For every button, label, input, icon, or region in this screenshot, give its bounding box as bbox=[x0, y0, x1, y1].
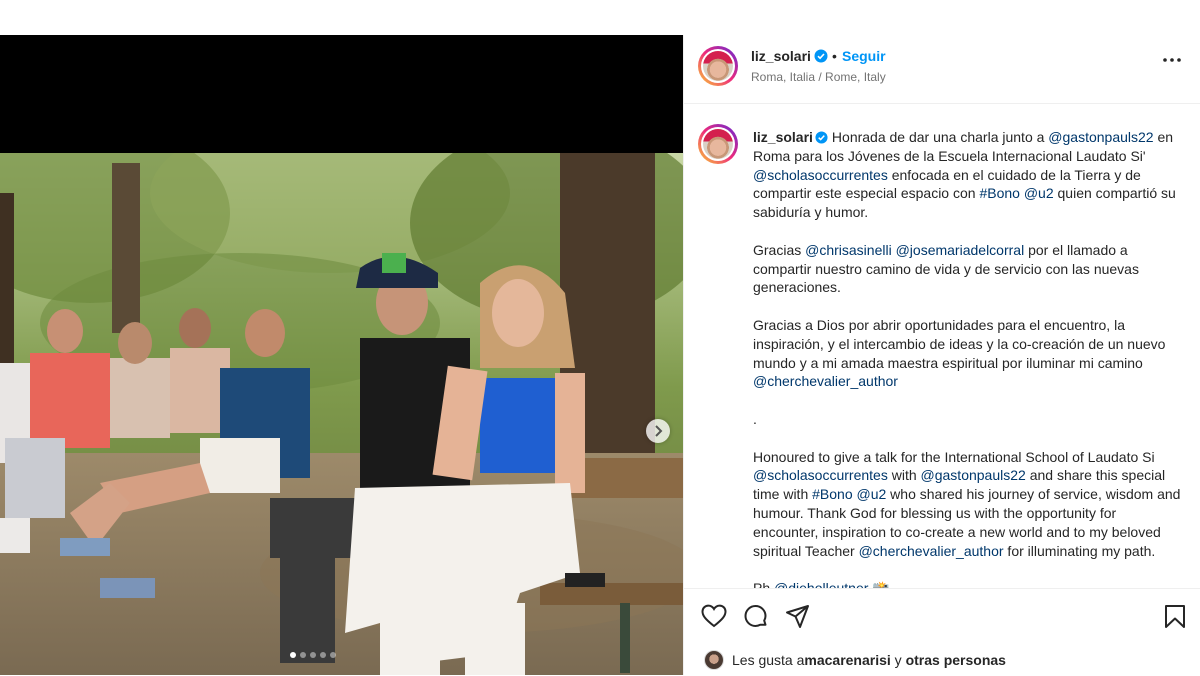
caption-text: . bbox=[753, 410, 757, 427]
carousel-indicator bbox=[290, 652, 336, 658]
comments-scroll-area[interactable]: liz_solari Honrada de dar una charla jun… bbox=[684, 104, 1200, 588]
verified-badge-icon bbox=[815, 131, 828, 144]
likes-middle: y bbox=[890, 652, 906, 668]
caption-paragraph-6: Ph @dieholleutner 📸 bbox=[753, 579, 1185, 588]
comment-icon[interactable] bbox=[743, 604, 768, 629]
caption-text: with bbox=[887, 467, 921, 484]
author-username[interactable]: liz_solari bbox=[751, 48, 811, 64]
caption-paragraph-3: Gracias a Dios por abrir oportunidades p… bbox=[753, 316, 1185, 391]
carousel-dot bbox=[330, 652, 336, 658]
mention-link[interactable]: @scholasoccurrentes bbox=[753, 467, 888, 483]
mention-link[interactable]: @cherchevalier_author bbox=[859, 543, 1004, 559]
mention-link[interactable]: @chrisasinelli bbox=[805, 242, 892, 258]
mention-link[interactable]: @gastonpauls22 bbox=[1048, 129, 1153, 145]
liker-avatar[interactable] bbox=[704, 650, 724, 670]
caption-text: Honrada de dar una charla junto a bbox=[831, 129, 1049, 145]
avatar-image bbox=[703, 129, 733, 159]
caption-text: Ph bbox=[753, 580, 774, 588]
caption-author-username[interactable]: liz_solari bbox=[753, 129, 813, 145]
liker-username[interactable]: macarenarisi bbox=[804, 652, 890, 668]
post-caption: liz_solari Honrada de dar una charla jun… bbox=[753, 128, 1185, 588]
post-side-panel: liz_solari • Seguir Roma, Italia / Rome,… bbox=[683, 35, 1200, 675]
caption-paragraph-1: liz_solari Honrada de dar una charla jun… bbox=[753, 128, 1185, 222]
post-header: liz_solari • Seguir Roma, Italia / Rome,… bbox=[684, 35, 1200, 104]
likes-summary: Les gusta a macarenarisi y otras persona… bbox=[704, 650, 1006, 670]
carousel-dot bbox=[310, 652, 316, 658]
author-avatar[interactable] bbox=[698, 46, 738, 86]
avatar-image bbox=[703, 51, 733, 81]
mention-link[interactable]: @u2 bbox=[1024, 185, 1054, 201]
carousel-next-button[interactable] bbox=[646, 419, 670, 443]
carousel-dot bbox=[290, 652, 296, 658]
author-name-row: liz_solari bbox=[751, 48, 828, 66]
verified-badge-icon bbox=[814, 49, 828, 63]
chevron-right-icon bbox=[655, 425, 663, 437]
hashtag-link[interactable]: #Bono bbox=[979, 185, 1019, 201]
mention-link[interactable]: @josemariadelcorral bbox=[896, 242, 1025, 258]
caption-text: for illuminating my path. bbox=[1003, 542, 1156, 559]
caption-text: Gracias a Dios por abrir oportunidades p… bbox=[753, 316, 1166, 371]
caption-author-avatar[interactable] bbox=[698, 124, 738, 164]
mention-link[interactable]: @scholasoccurrentes bbox=[753, 167, 888, 183]
more-options-icon[interactable] bbox=[1162, 57, 1182, 63]
caption-text: Honoured to give a talk for the Internat… bbox=[753, 448, 1155, 465]
bookmark-icon[interactable] bbox=[1164, 604, 1186, 629]
post-location[interactable]: Roma, Italia / Rome, Italy bbox=[751, 70, 886, 84]
mention-link[interactable]: @dieholleutner bbox=[774, 580, 868, 588]
follow-button[interactable]: Seguir bbox=[842, 48, 886, 64]
heart-icon[interactable] bbox=[701, 604, 727, 628]
carousel-dot bbox=[320, 652, 326, 658]
mention-link[interactable]: @cherchevalier_author bbox=[753, 373, 898, 389]
mention-link[interactable]: @gastonpauls22 bbox=[921, 467, 1026, 483]
likes-prefix: Les gusta a bbox=[732, 652, 805, 668]
caption-paragraph-5: Honoured to give a talk for the Internat… bbox=[753, 448, 1185, 561]
hashtag-link[interactable]: #Bono bbox=[812, 486, 852, 502]
caption-text: 📸 bbox=[868, 580, 889, 588]
mention-link[interactable]: @u2 bbox=[857, 486, 887, 502]
caption-text: Gracias bbox=[753, 241, 806, 258]
header-separator: • bbox=[832, 48, 837, 64]
caption-paragraph-2: Gracias @chrisasinelli @josemariadelcorr… bbox=[753, 241, 1185, 297]
post-media[interactable] bbox=[0, 35, 683, 675]
caption-paragraph-4: . bbox=[753, 410, 1185, 429]
post-actions: Les gusta a macarenarisi y otras persona… bbox=[684, 588, 1200, 676]
post-photo bbox=[0, 153, 683, 675]
likes-others-link[interactable]: otras personas bbox=[906, 652, 1006, 668]
share-icon[interactable] bbox=[785, 604, 810, 629]
carousel-dot bbox=[300, 652, 306, 658]
